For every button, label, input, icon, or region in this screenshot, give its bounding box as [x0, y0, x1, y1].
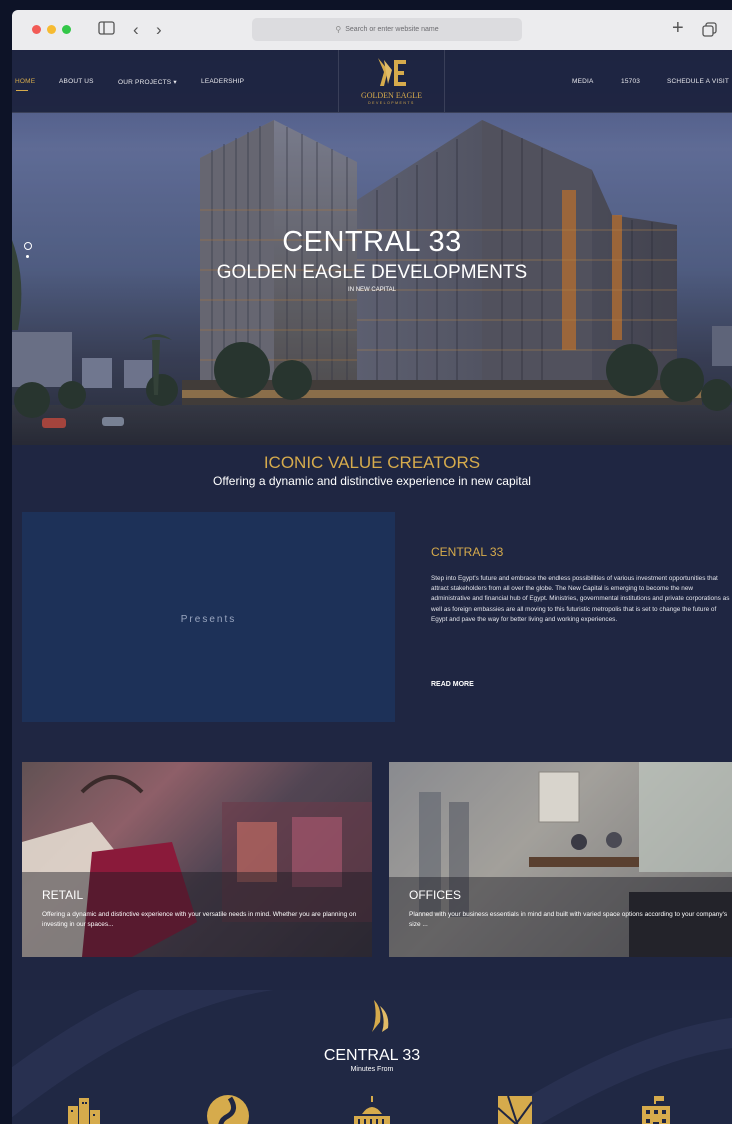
minutes-title: CENTRAL 33 [323, 1047, 421, 1064]
close-window-button[interactable] [32, 25, 41, 34]
retail-description: Offering a dynamic and distinctive exper… [42, 911, 357, 928]
section-subtitle: Offering a dynamic and distinctive exper… [213, 474, 531, 488]
eagle-wing-icon [372, 1000, 389, 1032]
new-tab-icon[interactable]: + [672, 18, 684, 38]
logo-tagline: DEVELOPMENTS [368, 101, 415, 105]
video-label: Presents [180, 614, 237, 625]
slider-dot[interactable] [26, 255, 29, 258]
browser-toolbar: ‹ › ⚲ Search or enter website name + [12, 10, 732, 51]
road-icon [207, 1095, 249, 1124]
browser-window: ‹ › ⚲ Search or enter website name + CEN… [12, 10, 732, 1124]
sidebar-icon[interactable] [98, 21, 115, 40]
nav-media-link[interactable]: MEDIA [572, 78, 594, 85]
site-logo[interactable]: GOLDEN EAGLE DEVELOPMENTS [338, 50, 445, 112]
site-navbar: HOME ABOUT US OUR PROJECTS ▾ LEADERSHIP … [12, 50, 732, 113]
map-icon [497, 1095, 533, 1124]
retail-card[interactable]: RETAIL Offering a dynamic and distinctiv… [22, 762, 372, 957]
city-icon [68, 1098, 100, 1124]
nav-leadership-link[interactable]: LEADERSHIP [201, 78, 244, 85]
section-title: ICONIC VALUE CREATORS [263, 453, 481, 472]
forward-icon[interactable]: › [156, 21, 162, 39]
nav-hotline-link[interactable]: 15703 [621, 78, 640, 85]
active-underline [16, 90, 28, 91]
eagle-logo-icon [378, 58, 406, 86]
hero-subtitle: GOLDEN EAGLE DEVELOPMENTS [216, 262, 528, 283]
video-player[interactable]: Presents [22, 512, 395, 722]
tabs-overview-icon[interactable] [702, 22, 717, 42]
logo-name: GOLDEN EAGLE [360, 91, 423, 100]
project-description: Step into Egypt's future and embrace the… [431, 575, 730, 623]
zoom-window-button[interactable] [62, 25, 71, 34]
nav-schedule-link[interactable]: SCHEDULE A VISIT [667, 78, 729, 85]
back-icon[interactable]: ‹ [133, 21, 139, 39]
retail-title: RETAIL [42, 888, 84, 902]
read-more-link[interactable]: READ MORE [431, 681, 474, 688]
nav-home-link[interactable]: HOME [15, 78, 35, 85]
offices-card[interactable]: OFFICES Planned with your business essen… [389, 762, 732, 957]
hero-title: CENTRAL 33 [282, 226, 462, 258]
address-bar[interactable]: ⚲ Search or enter website name [252, 18, 522, 41]
project-title: CENTRAL 33 [431, 545, 504, 559]
offices-title: OFFICES [409, 888, 462, 902]
government-building-icon [642, 1096, 670, 1124]
offices-description: Planned with your business essentials in… [409, 911, 728, 928]
capitol-icon [354, 1096, 390, 1124]
nav-about-link[interactable]: ABOUT US [59, 78, 94, 85]
search-icon: ⚲ [335, 25, 342, 34]
slider-dot-active[interactable] [24, 242, 32, 250]
hero-location: IN NEW CAPITAL [348, 287, 396, 293]
minutes-subtitle: Minutes From [350, 1066, 394, 1073]
address-placeholder: Search or enter website name [345, 26, 439, 33]
minimize-window-button[interactable] [47, 25, 56, 34]
nav-projects-link[interactable]: OUR PROJECTS ▾ [118, 78, 177, 86]
